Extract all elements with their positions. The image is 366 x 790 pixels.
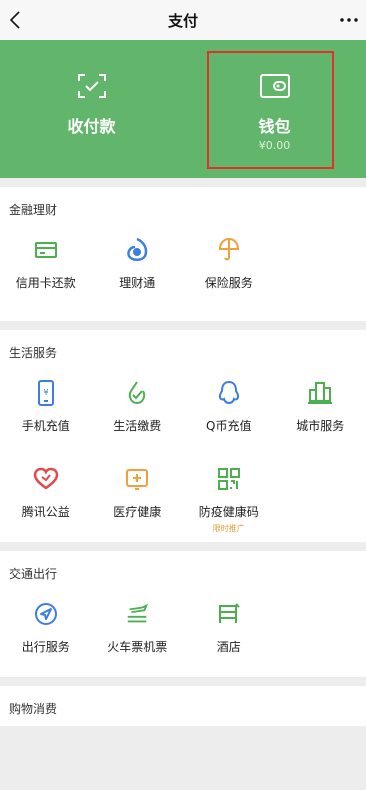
section-title: 金融理财: [9, 203, 58, 217]
grid-item-label: 城市服务: [296, 419, 345, 433]
divider: [0, 542, 366, 551]
train-plane-icon: [124, 601, 150, 627]
train-flight-button[interactable]: 火车票机票: [92, 591, 184, 677]
navigation-icon: [33, 601, 59, 627]
collect-pay-label: 收付款: [67, 117, 116, 136]
phone-topup-button[interactable]: ¥ 手机充值: [0, 370, 92, 456]
grid-item-label: 防疫健康码: [198, 505, 259, 519]
divider: [0, 321, 366, 330]
medical-button[interactable]: 医疗健康: [92, 456, 184, 542]
qr-code-icon: [216, 466, 242, 492]
insurance-button[interactable]: 保险服务: [183, 227, 275, 313]
grid-item-label: 信用卡还款: [15, 276, 76, 290]
page-title: 支付: [167, 11, 198, 30]
section-life: 生活服务 ¥ 手机充值 生活缴费 Q币充值 城市服务 腾讯公益 医疗健康 防疫健…: [0, 330, 366, 542]
qq-icon: [216, 380, 242, 406]
grid-item-label: 腾讯公益: [21, 505, 70, 519]
back-icon[interactable]: [4, 8, 26, 32]
grid-item-label: Q币充值: [206, 419, 252, 433]
grid-item-label: 理财通: [119, 276, 156, 290]
phone-icon: ¥: [33, 380, 59, 406]
wealth-icon: [124, 237, 150, 263]
scan-check-icon: [77, 73, 107, 103]
grid-item-label: 酒店: [216, 640, 241, 654]
wealth-button[interactable]: 理财通: [92, 227, 184, 313]
grid-item-label: 医疗健康: [113, 505, 162, 519]
svg-text:¥: ¥: [43, 388, 48, 397]
hotel-button[interactable]: 酒店: [183, 591, 275, 677]
divider: [0, 677, 366, 686]
city-icon: [307, 380, 333, 406]
charity-button[interactable]: 腾讯公益: [0, 456, 92, 542]
more-icon[interactable]: [338, 8, 360, 32]
divider: [0, 178, 366, 187]
utility-bills-button[interactable]: 生活缴费: [92, 370, 184, 456]
hotel-bed-icon: [216, 601, 242, 627]
navbar: 支付: [0, 0, 366, 40]
city-services-button[interactable]: 城市服务: [275, 370, 366, 456]
section-finance: 金融理财 信用卡还款 理财通 保险服务: [0, 187, 366, 321]
umbrella-icon: [216, 237, 242, 263]
payment-header: 收付款 钱包 ¥0.00: [0, 40, 366, 178]
travel-services-button[interactable]: 出行服务: [0, 591, 92, 677]
check-drop-icon: [124, 380, 150, 406]
grid-item-label: 火车票机票: [107, 640, 168, 654]
wallet-highlight-box: [207, 51, 334, 169]
grid-item-label: 生活缴费: [113, 419, 162, 433]
collect-pay-button[interactable]: 收付款: [0, 40, 183, 178]
credit-card-repay-button[interactable]: 信用卡还款: [0, 227, 92, 313]
health-code-button[interactable]: 防疫健康码 限时推广: [183, 456, 275, 542]
section-travel: 交通出行 出行服务 火车票机票 酒店: [0, 551, 366, 677]
grid-item-label: 保险服务: [204, 276, 253, 290]
promo-tag: 限时推广: [212, 524, 245, 533]
grid-item-label: 出行服务: [21, 640, 70, 654]
qcoin-topup-button[interactable]: Q币充值: [183, 370, 275, 456]
section-title: 交通出行: [9, 567, 58, 581]
medical-icon: [124, 466, 150, 492]
grid-item-label: 手机充值: [21, 419, 70, 433]
heart-icon: [33, 466, 59, 492]
section-title: 生活服务: [9, 346, 58, 360]
section-title: 购物消费: [9, 702, 58, 716]
credit-card-icon: [33, 237, 59, 263]
section-shopping: 购物消费: [0, 686, 366, 726]
